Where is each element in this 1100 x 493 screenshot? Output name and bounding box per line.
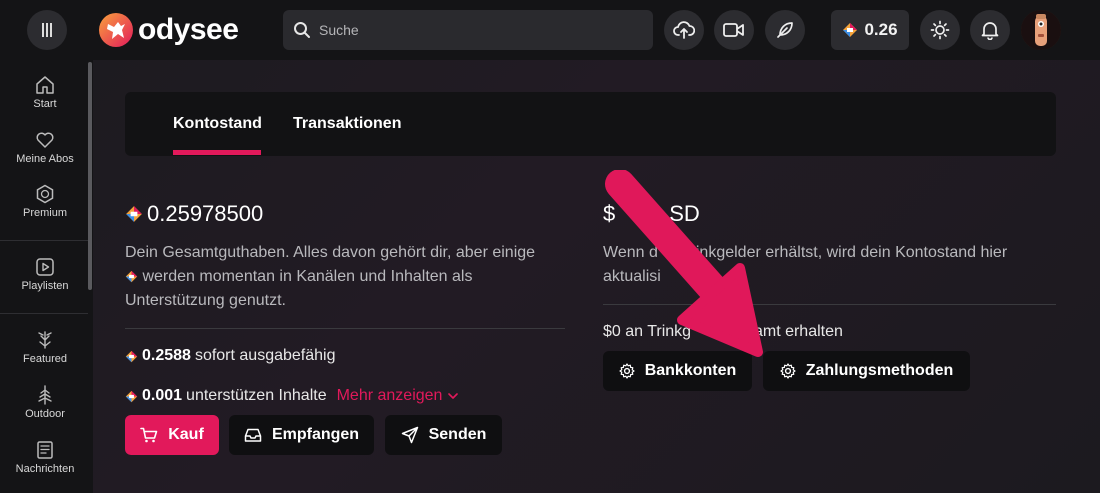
avatar-image [1021,10,1061,50]
annotation-arrow [605,170,763,357]
receive-button[interactable]: Empfangen [229,415,374,455]
lbc-credits-icon [843,23,858,37]
notifications-button[interactable] [970,10,1010,50]
sidebar-item-premium[interactable]: Premium [0,184,90,219]
featured-icon [38,331,52,349]
sidebar-item-playlisten[interactable]: Playlisten [0,257,90,292]
search-input[interactable] [319,22,639,38]
sidebar-item-label: Playlisten [21,280,69,292]
sidebar-item-label: Premium [22,207,67,219]
balance-description-line: werden momentan in Kanälen und Inhalten … [142,268,473,285]
wallet-balance-button[interactable]: 0.26 [831,10,909,50]
sidebar-item-featured[interactable]: Featured [0,330,90,365]
search-icon [294,22,310,38]
feather-icon [777,22,793,38]
balance-value: 0.26 [864,20,898,39]
sidebar-item-outdoor[interactable]: Outdoor [0,385,90,420]
tab-transaktionen[interactable]: Transaktionen [293,92,401,156]
chevron-down-icon [448,393,459,399]
active-tab-indicator [173,150,261,155]
news-icon [37,441,53,459]
tree-icon [38,385,52,405]
receive-label: Empfangen [271,426,360,443]
search-bar[interactable] [283,10,653,50]
user-avatar[interactable] [1021,10,1061,50]
go-live-button[interactable] [714,10,754,50]
lbc-credits-icon [125,390,138,402]
home-icon [36,76,54,94]
menu-icon [42,23,52,37]
sidebar-scrollbar[interactable] [88,62,92,290]
buy-label: Kauf [168,426,204,443]
sun-icon [930,20,950,40]
sidebar-item-label: Start [33,98,57,110]
inbox-icon [244,428,262,442]
send-icon [401,426,418,444]
upload-cloud-icon [673,21,695,39]
odysee-logo-icon [99,13,133,47]
show-more-link[interactable]: Mehr anzeigen [337,387,459,405]
balance-description: Dein Gesamtguthaben. Alles davon gehört … [125,241,565,313]
spendable-balance: 0.2588 sofort ausgabefähig [125,344,565,368]
send-label: Senden [428,426,487,443]
lbc-credits-icon [125,350,138,362]
sidebar-item-label: Outdoor [25,408,65,420]
upload-button[interactable] [664,10,704,50]
sidebar-item-nachrichten[interactable]: Nachrichten [0,440,90,475]
menu-button[interactable] [27,10,67,50]
tab-kontostand[interactable]: Kontostand [173,92,262,156]
supports-label: unterstützen Inhalte [186,387,327,404]
sidebar-item-label: Nachrichten [15,463,75,475]
show-more-label: Mehr anzeigen [336,387,443,404]
total-balance-value: 0.25978500 [147,201,264,226]
wallet-tabs: Kontostand Transaktionen [125,92,1056,156]
supports-amount: 0.001 [142,387,183,404]
theme-toggle-button[interactable] [920,10,960,50]
logo-text: odysee [138,13,239,46]
heart-icon [36,132,54,148]
bell-icon [981,22,999,40]
video-camera-icon [723,23,744,37]
sidebar-item-start[interactable]: Start [0,75,90,110]
payment-methods-label: Zahlungsmethoden [805,362,954,379]
sidebar-divider [0,313,88,314]
lbc-credits-icon [125,271,138,283]
wallet-balance-section: 0.25978500 Dein Gesamtguthaben. Alles da… [125,196,565,408]
sidebar: Start Meine Abos Premium Playlisten Feat… [0,60,93,493]
odysee-logo[interactable]: odysee [98,12,239,48]
balance-description-line: Unterstützung genutzt. [125,292,286,309]
premium-icon [36,184,54,204]
payment-methods-button[interactable]: Zahlungsmethoden [763,351,970,391]
balance-description-line: Dein Gesamtguthaben. Alles davon gehört … [125,244,536,261]
sidebar-item-label: Featured [22,353,68,365]
sidebar-item-label: Meine Abos [16,153,74,165]
lbc-credits-icon [126,206,142,222]
sidebar-item-meine-abos[interactable]: Meine Abos [0,130,90,165]
send-button[interactable]: Senden [385,415,502,455]
sidebar-divider [0,240,88,241]
create-post-button[interactable] [765,10,805,50]
cart-icon [140,427,158,443]
divider [125,328,565,329]
top-header: odysee 0.26 [0,0,1100,60]
total-balance: 0.25978500 [125,196,565,232]
supports-balance: 0.001 unterstützen Inhalte Mehr anzeigen [125,384,565,408]
buy-button[interactable]: Kauf [125,415,219,455]
playlist-icon [36,258,54,276]
spendable-amount: 0.2588 [142,347,191,364]
spendable-label: sofort ausgabefähig [194,347,336,364]
